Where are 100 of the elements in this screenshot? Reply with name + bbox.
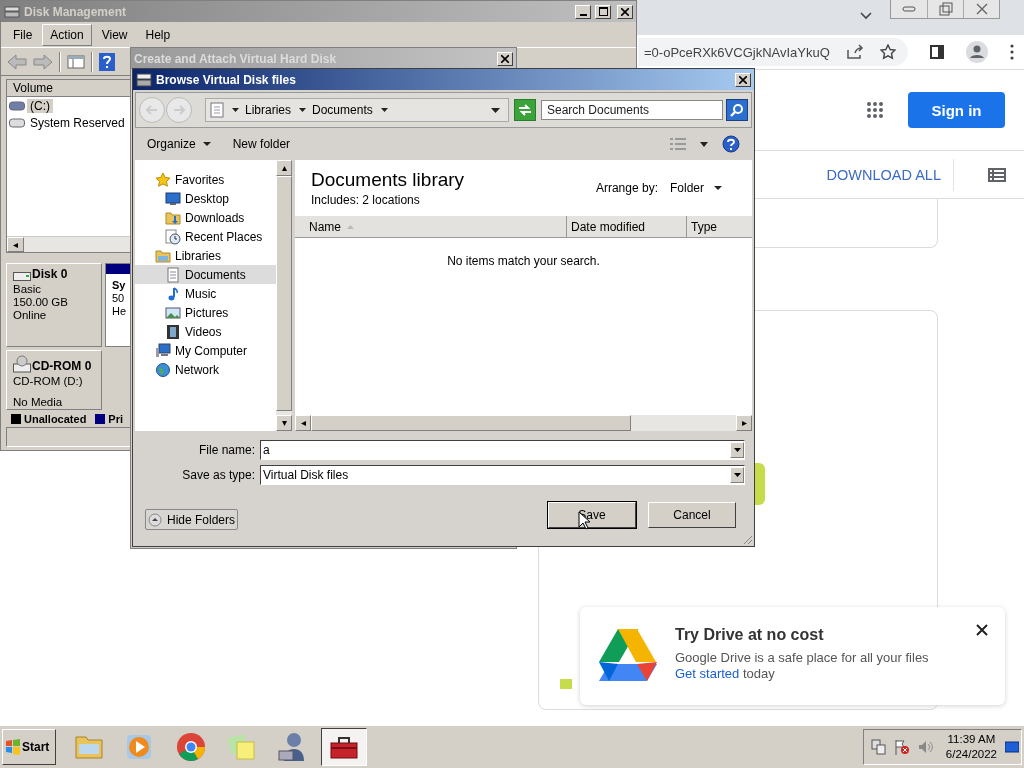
scroll-right-button[interactable]: ▸ bbox=[736, 415, 752, 431]
breadcrumb-item[interactable]: Documents bbox=[312, 103, 373, 117]
clock[interactable]: 11:39 AM 6/24/2022 bbox=[945, 732, 997, 762]
cd-drive-icon bbox=[13, 355, 31, 373]
taskbar-button[interactable] bbox=[321, 728, 367, 766]
scroll-left-button[interactable]: ◂ bbox=[7, 237, 24, 252]
folder-icon bbox=[155, 247, 171, 264]
dropdown-button[interactable] bbox=[730, 442, 744, 458]
nav-item[interactable]: Desktop bbox=[135, 189, 276, 208]
menu-item[interactable]: File bbox=[5, 23, 41, 46]
share-icon[interactable] bbox=[845, 44, 864, 60]
caret-icon[interactable] bbox=[380, 108, 388, 112]
caret-icon[interactable] bbox=[299, 108, 307, 112]
nav-item[interactable]: Recent Places bbox=[135, 227, 276, 246]
help-icon[interactable] bbox=[99, 52, 115, 71]
scrollbar[interactable]: ◂ ▸ bbox=[295, 415, 752, 431]
scroll-down-button[interactable]: ▾ bbox=[276, 415, 292, 431]
minimize-icon bbox=[902, 5, 916, 13]
nav-item[interactable]: Videos bbox=[135, 322, 276, 341]
download-all-button[interactable]: DOWNLOAD ALL bbox=[826, 158, 954, 191]
file-type-dropdown[interactable]: Virtual Disk files bbox=[260, 465, 745, 485]
chevron-icon[interactable] bbox=[860, 12, 872, 20]
column-header[interactable]: Name bbox=[295, 216, 567, 237]
column-header[interactable]: Type bbox=[687, 216, 752, 237]
start-button[interactable]: Start bbox=[2, 729, 56, 765]
menu-item[interactable]: Help bbox=[137, 23, 179, 46]
scroll-left-button[interactable]: ◂ bbox=[295, 415, 311, 431]
sign-in-button[interactable]: Sign in bbox=[908, 92, 1005, 128]
disk-drive-icon bbox=[136, 71, 152, 88]
show-desktop-icon[interactable] bbox=[1005, 739, 1019, 755]
drive-entry[interactable]: System Reserved bbox=[27, 115, 128, 130]
field-label: Save as type: bbox=[181, 468, 255, 482]
caret-icon bbox=[202, 142, 211, 146]
star-icon bbox=[155, 171, 171, 188]
address-bar[interactable]: =0-oPceRXk6VCGjkNAvIaYkuQ bbox=[638, 38, 908, 66]
nav-item[interactable]: Favorites bbox=[135, 170, 276, 189]
file-name-combo-box[interactable]: a bbox=[260, 440, 745, 460]
menu-item[interactable]: Action bbox=[42, 23, 92, 46]
breadcrumb-item[interactable]: Libraries bbox=[245, 103, 292, 117]
menu-icon[interactable] bbox=[1009, 44, 1014, 60]
sort-arrow-icon bbox=[347, 224, 354, 229]
nav-item[interactable]: Network bbox=[135, 360, 276, 379]
arrange-dropdown[interactable]: Folder bbox=[670, 181, 722, 195]
new-folder-button[interactable]: New folder bbox=[228, 135, 295, 153]
column-header[interactable]: Date modified bbox=[567, 216, 687, 237]
close-icon bbox=[501, 54, 509, 63]
clock-date: 6/24/2022 bbox=[945, 747, 997, 762]
close-icon bbox=[621, 7, 629, 16]
hide-folders-button[interactable]: Hide Folders bbox=[145, 509, 239, 530]
flag-icon[interactable] bbox=[893, 739, 910, 755]
disk-size: 150.00 GB bbox=[13, 296, 69, 309]
drive-entry[interactable]: (C:) bbox=[27, 98, 53, 113]
menu-item[interactable]: View bbox=[93, 23, 136, 46]
sticky-notes-icon bbox=[226, 731, 258, 763]
disk-status: No Media bbox=[13, 396, 64, 409]
triangle-logo-icon bbox=[599, 629, 657, 681]
list-view-icon[interactable] bbox=[988, 167, 1006, 182]
nav-item[interactable]: Libraries bbox=[135, 246, 276, 265]
apps-grid-icon[interactable] bbox=[866, 101, 884, 119]
document-icon bbox=[165, 266, 181, 283]
nav-item[interactable]: Downloads bbox=[135, 208, 276, 227]
disk-drive-icon bbox=[4, 3, 20, 20]
caret-icon bbox=[714, 186, 722, 190]
search-field[interactable]: Search Documents bbox=[541, 100, 723, 120]
nav-item[interactable]: Documents bbox=[135, 265, 276, 284]
nav-item[interactable]: Music bbox=[135, 284, 276, 303]
close-icon[interactable] bbox=[976, 624, 988, 636]
network-icon[interactable] bbox=[869, 739, 886, 755]
refresh-button[interactable] bbox=[514, 99, 536, 121]
refresh-icon bbox=[517, 103, 533, 117]
star-icon[interactable] bbox=[879, 44, 896, 60]
help-icon[interactable] bbox=[722, 135, 740, 153]
caret-icon[interactable] bbox=[700, 141, 708, 147]
resize-grip-icon[interactable] bbox=[742, 534, 753, 545]
console-tree-icon[interactable] bbox=[67, 53, 85, 70]
url-text: =0-oPceRXk6VCGjkNAvIaYkuQ bbox=[643, 44, 830, 60]
empty-message: No items match your search. bbox=[447, 254, 600, 268]
caret-icon[interactable] bbox=[232, 108, 239, 112]
cancel-button[interactable]: Cancel bbox=[648, 502, 736, 528]
partition-status: He bbox=[112, 305, 128, 318]
nav-item[interactable]: My Computer bbox=[135, 341, 276, 360]
scrollbar[interactable]: ▴ ▾ bbox=[276, 160, 292, 431]
library-includes[interactable]: Includes: 2 locations bbox=[311, 193, 584, 207]
nav-item[interactable]: Pictures bbox=[135, 303, 276, 322]
breadcrumb-bar[interactable]: Libraries Documents bbox=[205, 98, 509, 122]
dropdown-button[interactable] bbox=[730, 467, 744, 483]
close-icon bbox=[739, 75, 747, 84]
side-panel-icon[interactable] bbox=[929, 45, 944, 59]
maximize-icon bbox=[598, 7, 608, 16]
folder-arrow-icon bbox=[165, 209, 181, 226]
get-started-link[interactable]: Get started bbox=[675, 666, 740, 681]
scroll-up-button[interactable]: ▴ bbox=[276, 160, 292, 176]
caret-icon[interactable] bbox=[491, 107, 500, 113]
partition-size: 50 bbox=[112, 292, 126, 305]
organize-button[interactable]: Organize bbox=[143, 135, 215, 153]
computer-icon bbox=[155, 342, 171, 359]
film-icon bbox=[165, 323, 181, 340]
search-button[interactable] bbox=[726, 99, 748, 121]
minimize-icon bbox=[579, 13, 587, 16]
avatar-icon[interactable] bbox=[965, 41, 988, 63]
